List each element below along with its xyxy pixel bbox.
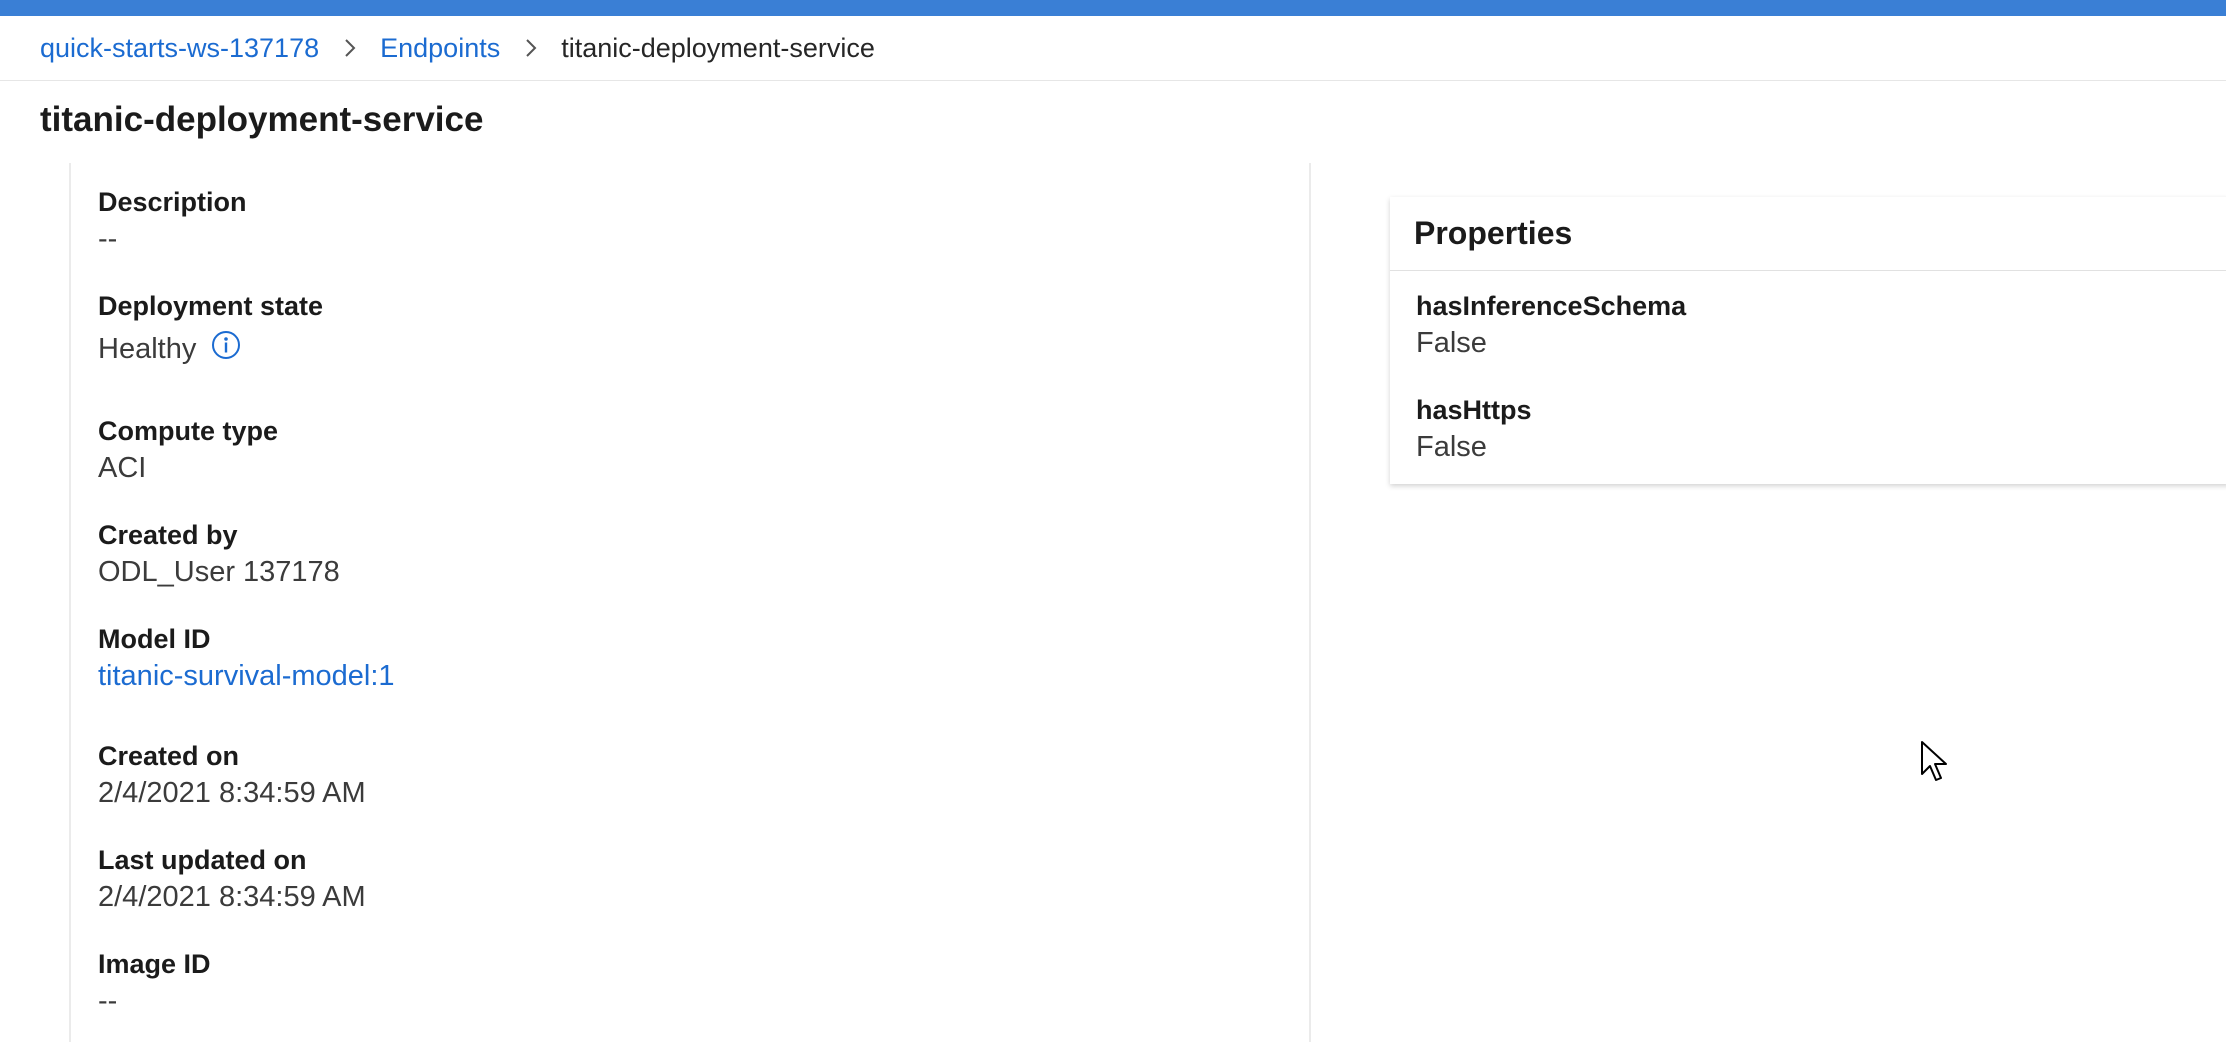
- detail-value: --: [98, 223, 118, 255]
- model-id-link[interactable]: titanic-survival-model:1: [98, 656, 395, 696]
- detail-last-updated-on: Last updated on 2/4/2021 8:34:59 AM: [98, 843, 366, 917]
- detail-label: Deployment state: [98, 291, 324, 321]
- detail-value: --: [98, 985, 118, 1017]
- top-accent-bar: [0, 0, 2226, 16]
- breadcrumb-current: titanic-deployment-service: [561, 32, 875, 63]
- property-key: hasHttps: [1416, 395, 1532, 425]
- detail-label: Compute type: [98, 416, 279, 446]
- deployment-state-value: Healthy: [98, 333, 197, 365]
- detail-compute-type: Compute type ACI: [98, 414, 278, 488]
- detail-created-by: Created by ODL_User 137178: [98, 518, 340, 592]
- detail-label: Description: [98, 187, 247, 217]
- chevron-right-icon: [526, 39, 537, 57]
- detail-model-id: Model ID titanic-survival-model:1: [98, 622, 395, 696]
- breadcrumb-workspace-link[interactable]: quick-starts-ws-137178: [40, 33, 319, 64]
- breadcrumb: quick-starts-ws-137178 Endpoints titanic…: [40, 28, 875, 68]
- chevron-right-icon: [345, 39, 356, 57]
- property-value: False: [1416, 327, 1487, 359]
- details-left-border: [69, 163, 71, 1042]
- detail-label: Last updated on: [98, 845, 307, 875]
- property-key: hasInferenceSchema: [1416, 291, 1687, 321]
- breadcrumb-endpoints-link[interactable]: Endpoints: [380, 33, 500, 64]
- detail-description: Description --: [98, 185, 247, 259]
- detail-value-row: Healthy: [98, 329, 323, 369]
- detail-label: Image ID: [98, 949, 211, 979]
- detail-value: 2/4/2021 8:34:59 AM: [98, 881, 366, 913]
- detail-value: ACI: [98, 452, 147, 484]
- page-title: titanic-deployment-service: [40, 100, 484, 139]
- detail-label: Model ID: [98, 624, 211, 654]
- info-icon[interactable]: [210, 329, 242, 361]
- detail-image-id: Image ID --: [98, 947, 211, 1021]
- properties-card: Properties hasInferenceSchema False hasH…: [1390, 197, 2226, 484]
- detail-deployment-state: Deployment state Healthy: [98, 289, 323, 369]
- detail-created-on: Created on 2/4/2021 8:34:59 AM: [98, 739, 366, 813]
- detail-label: Created by: [98, 520, 238, 550]
- properties-title: Properties: [1414, 215, 1573, 251]
- property-has-https: hasHttps False: [1416, 393, 1532, 467]
- detail-value: ODL_User 137178: [98, 556, 340, 588]
- properties-divider: [1390, 270, 2226, 271]
- details-right-border: [1309, 163, 1311, 1042]
- breadcrumb-divider: [0, 80, 2226, 81]
- detail-label: Created on: [98, 741, 240, 771]
- detail-value: 2/4/2021 8:34:59 AM: [98, 777, 366, 809]
- mouse-pointer-icon: [1921, 741, 1947, 781]
- property-has-inference-schema: hasInferenceSchema False: [1416, 289, 1686, 363]
- property-value: False: [1416, 431, 1487, 463]
